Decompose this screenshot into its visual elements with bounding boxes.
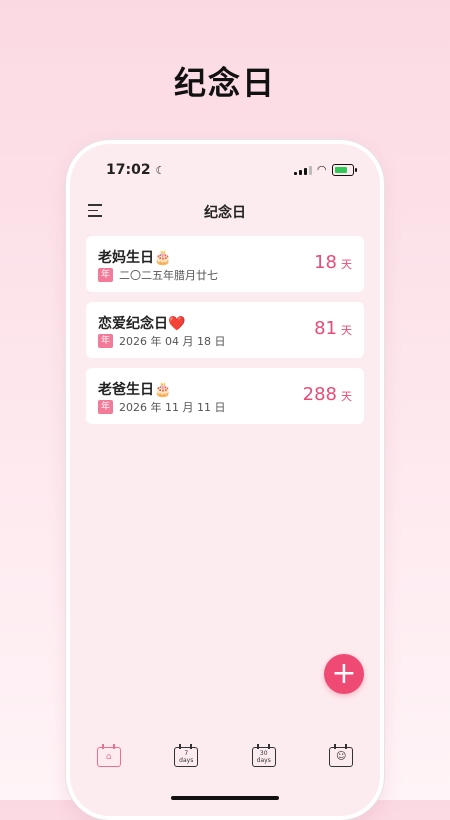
calendar-30days-icon: 30 days (251, 747, 276, 767)
calendar-home-icon: ⌂ (96, 747, 121, 767)
days-unit: 天 (341, 258, 352, 271)
battery-icon (332, 164, 357, 176)
days-number: 288 (302, 384, 337, 405)
tab-bar: ⌂ 7 days 30 days ☺ (70, 736, 380, 776)
list-item[interactable]: 恋爱纪念日❤️ 年 2026 年 04 月 18 日 81 天 (86, 302, 364, 358)
repeat-tag: 年 (98, 400, 114, 414)
item-subtitle: 年 二〇二五年腊月廿七 (98, 267, 218, 283)
app-screen: 17:02 ☾ ◠ 纪念日 老妈生日🎂 年 二〇二五年腊月廿七 18 天 恋爱纪… (70, 144, 380, 816)
cellular-signal-icon (293, 165, 312, 175)
calendar-smile-icon: ☺ (329, 747, 354, 767)
tab-mine[interactable]: ☺ (329, 744, 354, 768)
item-date: 二〇二五年腊月廿七 (119, 269, 219, 282)
wifi-icon: ◠ (317, 163, 326, 176)
tab-home[interactable]: ⌂ (96, 744, 121, 768)
nav-bar: 纪念日 (70, 202, 380, 226)
repeat-tag: 年 (98, 334, 114, 348)
days-count: 288 天 (303, 384, 352, 405)
calendar-7days-icon: 7 days (174, 747, 199, 767)
item-subtitle: 年 2026 年 04 月 18 日 (98, 333, 226, 349)
item-title: 恋爱纪念日❤️ (98, 316, 186, 332)
tab-30days[interactable]: 30 days (251, 744, 276, 768)
moon-icon: ☾ (155, 164, 166, 177)
status-time: 17:02 ☾ (106, 162, 165, 178)
anniversary-list: 老妈生日🎂 年 二〇二五年腊月廿七 18 天 恋爱纪念日❤️ 年 2026 年 … (86, 236, 364, 434)
status-bar: 17:02 ☾ ◠ (70, 162, 380, 182)
list-item[interactable]: 老妈生日🎂 年 二〇二五年腊月廿七 18 天 (86, 236, 364, 292)
days-unit: 天 (341, 390, 352, 403)
days-number: 81 (314, 318, 337, 339)
tab-7days[interactable]: 7 days (174, 744, 199, 768)
page-title: 纪念日 (204, 205, 246, 221)
days-count: 18 天 (314, 252, 352, 273)
promo-title: 纪念日 (173, 64, 276, 102)
home-indicator[interactable] (171, 796, 279, 800)
status-icons: ◠ (293, 163, 357, 176)
list-item[interactable]: 老爸生日🎂 年 2026 年 11 月 11 日 288 天 (86, 368, 364, 424)
item-subtitle: 年 2026 年 11 月 11 日 (98, 399, 226, 415)
add-anniversary-button[interactable]: + (324, 654, 364, 694)
item-date: 2026 年 04 月 18 日 (119, 335, 226, 348)
item-title: 老爸生日🎂 (98, 382, 172, 398)
days-count: 81 天 (314, 318, 352, 339)
days-unit: 天 (341, 324, 352, 337)
time-text: 17:02 (106, 162, 151, 178)
phone-frame: 17:02 ☾ ◠ 纪念日 老妈生日🎂 年 二〇二五年腊月廿七 18 天 恋爱纪… (66, 140, 384, 820)
item-date: 2026 年 11 月 11 日 (119, 401, 226, 414)
item-title: 老妈生日🎂 (98, 250, 172, 266)
days-number: 18 (314, 252, 337, 273)
repeat-tag: 年 (98, 268, 114, 282)
